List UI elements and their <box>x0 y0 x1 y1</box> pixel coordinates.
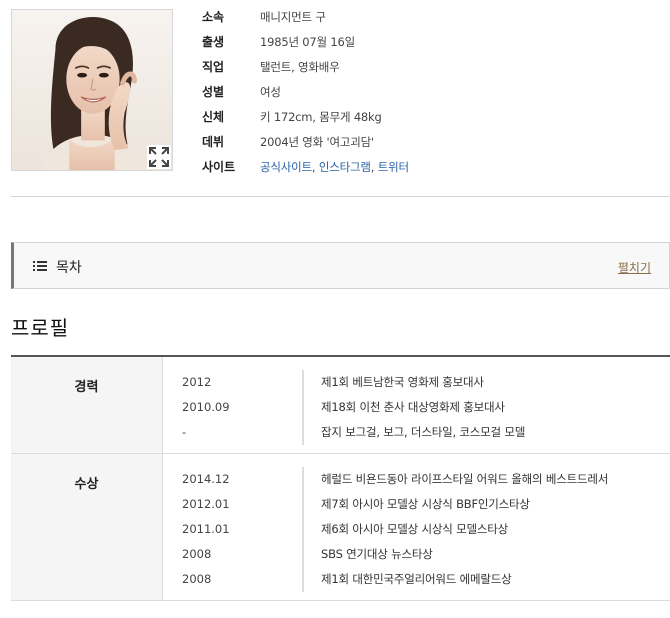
info-value: 2004년 영화 '여고괴담' <box>260 135 374 149</box>
info-row-birth: 출생 1985년 07월 16일 <box>202 34 409 59</box>
column-divider <box>303 370 304 445</box>
info-row-debut: 데뷔 2004년 영화 '여고괴담' <box>202 134 409 159</box>
row-description: 제1회 대한민국주얼리어워드 에메랄드상 <box>321 572 512 586</box>
twitter-link[interactable]: 트위터 <box>378 160 409 174</box>
table-of-contents: 목차 펼치기 <box>11 242 670 289</box>
section-title: 프로필 <box>11 316 70 340</box>
info-key: 직업 <box>202 60 225 74</box>
group-heading: 경력 <box>11 357 163 453</box>
expand-photo-button[interactable] <box>147 145 171 169</box>
row-description: 제1회 베트남한국 영화제 홍보대사 <box>321 375 484 389</box>
info-value: 매니지먼트 구 <box>260 10 326 24</box>
row-description: 제7회 아시아 모델상 시상식 BBF인기스타상 <box>321 497 530 511</box>
instagram-link[interactable]: 인스타그램 <box>319 160 371 174</box>
profile-photo[interactable] <box>11 9 173 171</box>
info-key: 데뷔 <box>202 135 225 149</box>
expand-icon <box>149 147 169 167</box>
row-date: 2008 <box>163 567 303 592</box>
info-key: 성별 <box>202 85 225 99</box>
toc-expand-link[interactable]: 펼치기 <box>618 259 651 276</box>
row-date: 2012 <box>163 370 303 395</box>
row-date: 2008 <box>163 542 303 567</box>
profile-table: 경력 2012 제1회 베트남한국 영화제 홍보대사 2010.09 제18회 … <box>11 355 670 601</box>
career-group: 경력 2012 제1회 베트남한국 영화제 홍보대사 2010.09 제18회 … <box>11 357 670 454</box>
info-row-agency: 소속 매니지먼트 구 <box>202 9 409 34</box>
row-date: 2012.01 <box>163 492 303 517</box>
info-key: 신체 <box>202 110 225 124</box>
info-row-gender: 성별 여성 <box>202 84 409 109</box>
row-date: - <box>163 420 303 445</box>
row-description: 잡지 보그걸, 보그, 더스타일, 코스모걸 모델 <box>321 425 526 439</box>
column-divider <box>303 467 304 592</box>
awards-group: 수상 2014.12 헤럴드 비욘드동아 라이프스타일 어워드 올해의 베스트드… <box>11 454 670 601</box>
table-row: 2012.01 제7회 아시아 모델상 시상식 BBF인기스타상 <box>163 492 670 517</box>
row-description: 제18회 이천 춘사 대상영화제 홍보대사 <box>321 400 505 414</box>
info-value: 여성 <box>260 85 281 99</box>
list-icon <box>33 261 47 271</box>
info-key: 소속 <box>202 10 225 24</box>
site-links: 공식사이트, 인스타그램, 트위터 <box>260 159 409 175</box>
table-row: 2011.01 제6회 아시아 모델상 시상식 모델스타상 <box>163 517 670 542</box>
link-separator: , <box>311 160 316 174</box>
table-row: 2012 제1회 베트남한국 영화제 홍보대사 <box>163 370 670 395</box>
info-key: 출생 <box>202 35 225 49</box>
section-divider <box>11 196 670 197</box>
group-body: 2012 제1회 베트남한국 영화제 홍보대사 2010.09 제18회 이천 … <box>163 357 670 453</box>
table-row: 2010.09 제18회 이천 춘사 대상영화제 홍보대사 <box>163 395 670 420</box>
info-value: 키 172cm, 몸무게 48kg <box>260 110 382 124</box>
row-date: 2014.12 <box>163 467 303 492</box>
row-date: 2010.09 <box>163 395 303 420</box>
row-description: 헤럴드 비욘드동아 라이프스타일 어워드 올해의 베스트드레서 <box>321 472 609 486</box>
table-row: - 잡지 보그걸, 보그, 더스타일, 코스모걸 모델 <box>163 420 670 445</box>
info-row-occupation: 직업 탤런트, 영화배우 <box>202 59 409 84</box>
row-description: SBS 연기대상 뉴스타상 <box>321 547 433 561</box>
official-site-link[interactable]: 공식사이트 <box>260 160 312 174</box>
link-separator: , <box>370 160 375 174</box>
row-date: 2011.01 <box>163 517 303 542</box>
table-row: 2008 SBS 연기대상 뉴스타상 <box>163 542 670 567</box>
group-heading: 수상 <box>11 454 163 600</box>
table-row: 2008 제1회 대한민국주얼리어워드 에메랄드상 <box>163 567 670 592</box>
info-row-body: 신체 키 172cm, 몸무게 48kg <box>202 109 409 134</box>
row-description: 제6회 아시아 모델상 시상식 모델스타상 <box>321 522 509 536</box>
info-value: 탤런트, 영화배우 <box>260 60 340 74</box>
info-value: 1985년 07월 16일 <box>260 35 355 49</box>
group-body: 2014.12 헤럴드 비욘드동아 라이프스타일 어워드 올해의 베스트드레서 … <box>163 454 670 600</box>
info-list: 소속 매니지먼트 구 출생 1985년 07월 16일 직업 탤런트, 영화배우… <box>202 9 409 184</box>
info-key: 사이트 <box>202 160 236 174</box>
toc-title: 목차 <box>56 260 82 276</box>
table-row: 2014.12 헤럴드 비욘드동아 라이프스타일 어워드 올해의 베스트드레서 <box>163 467 670 492</box>
info-row-site: 사이트 공식사이트, 인스타그램, 트위터 <box>202 159 409 184</box>
